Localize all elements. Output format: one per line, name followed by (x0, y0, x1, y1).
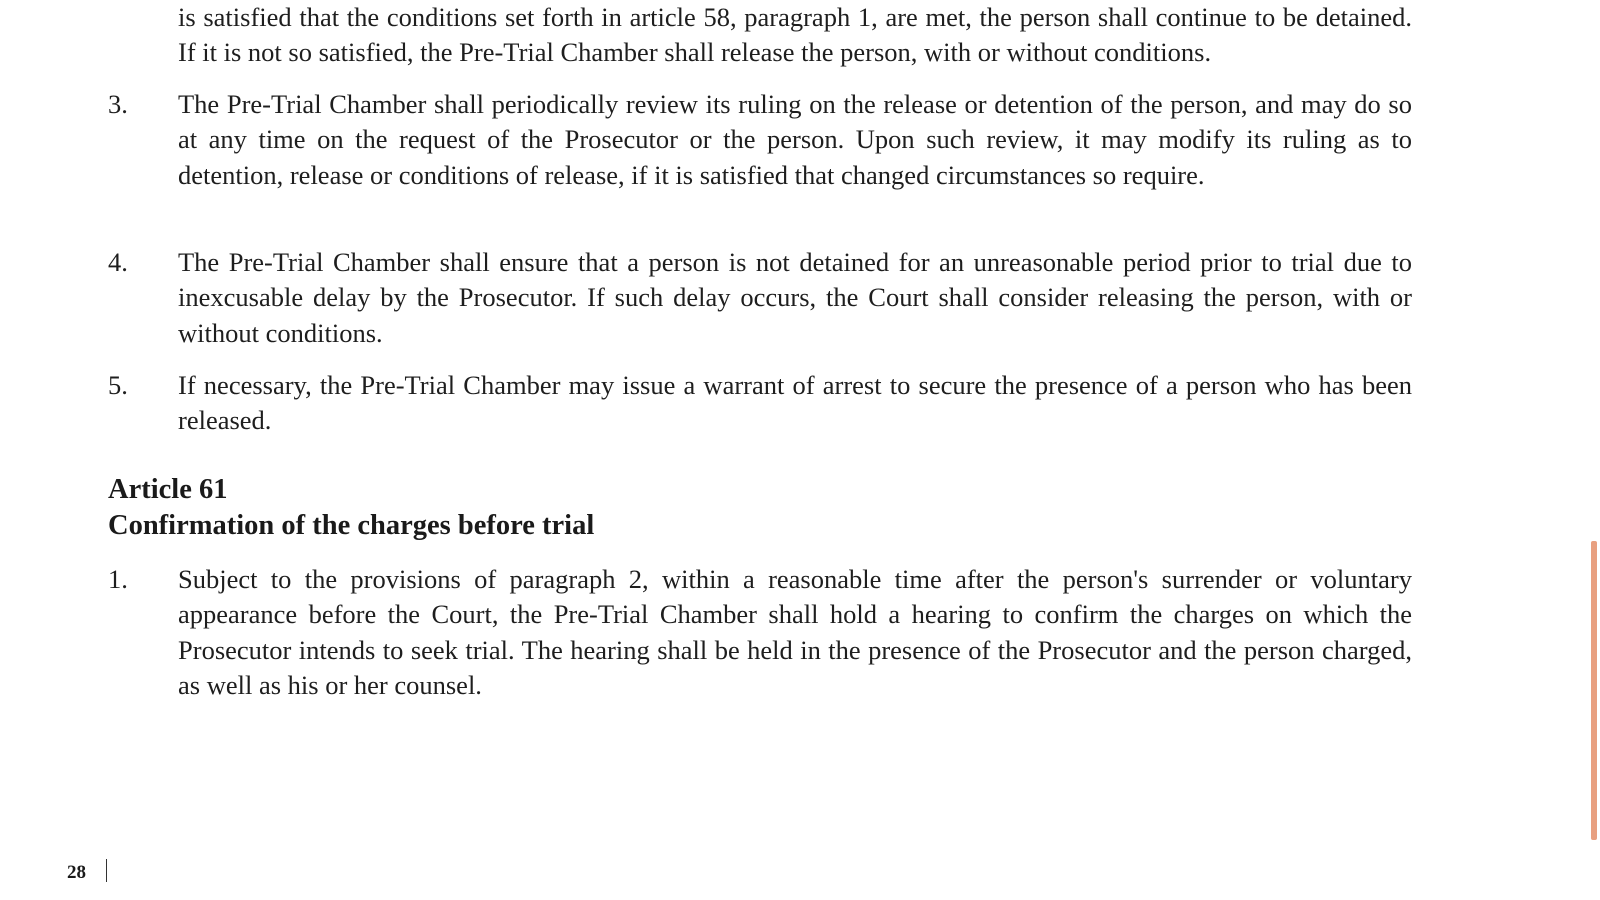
article-title-heading: Confirmation of the charges before trial (108, 510, 595, 541)
paragraph-text: Subject to the provisions of paragraph 2… (178, 564, 1412, 700)
paragraph-5: 5. If necessary, the Pre-Trial Chamber m… (108, 368, 1412, 439)
page-number: 28 (67, 862, 86, 883)
document-page: is satisfied that the conditions set for… (0, 0, 1600, 900)
page-number-divider (106, 859, 107, 882)
paragraph-text: The Pre-Trial Chamber shall periodically… (178, 89, 1412, 190)
paragraph-4: 4. The Pre-Trial Chamber shall ensure th… (108, 245, 1412, 351)
article-61-paragraph-1: 1. Subject to the provisions of paragrap… (108, 562, 1412, 703)
article-number-heading: Article 61 (108, 474, 228, 505)
paragraph-text: If necessary, the Pre-Trial Chamber may … (178, 370, 1412, 436)
paragraph-continued: is satisfied that the conditions set for… (108, 0, 1412, 71)
paragraph-number: 4. (108, 247, 128, 277)
paragraph-number: 1. (108, 564, 128, 594)
paragraph-number: 5. (108, 370, 128, 400)
scroll-accent-bar[interactable] (1591, 541, 1597, 840)
paragraph-number: 3. (108, 89, 128, 119)
paragraph-text: The Pre-Trial Chamber shall ensure that … (178, 247, 1412, 348)
paragraph-3: 3. The Pre-Trial Chamber shall periodica… (108, 87, 1412, 193)
paragraph-text: is satisfied that the conditions set for… (178, 2, 1412, 68)
